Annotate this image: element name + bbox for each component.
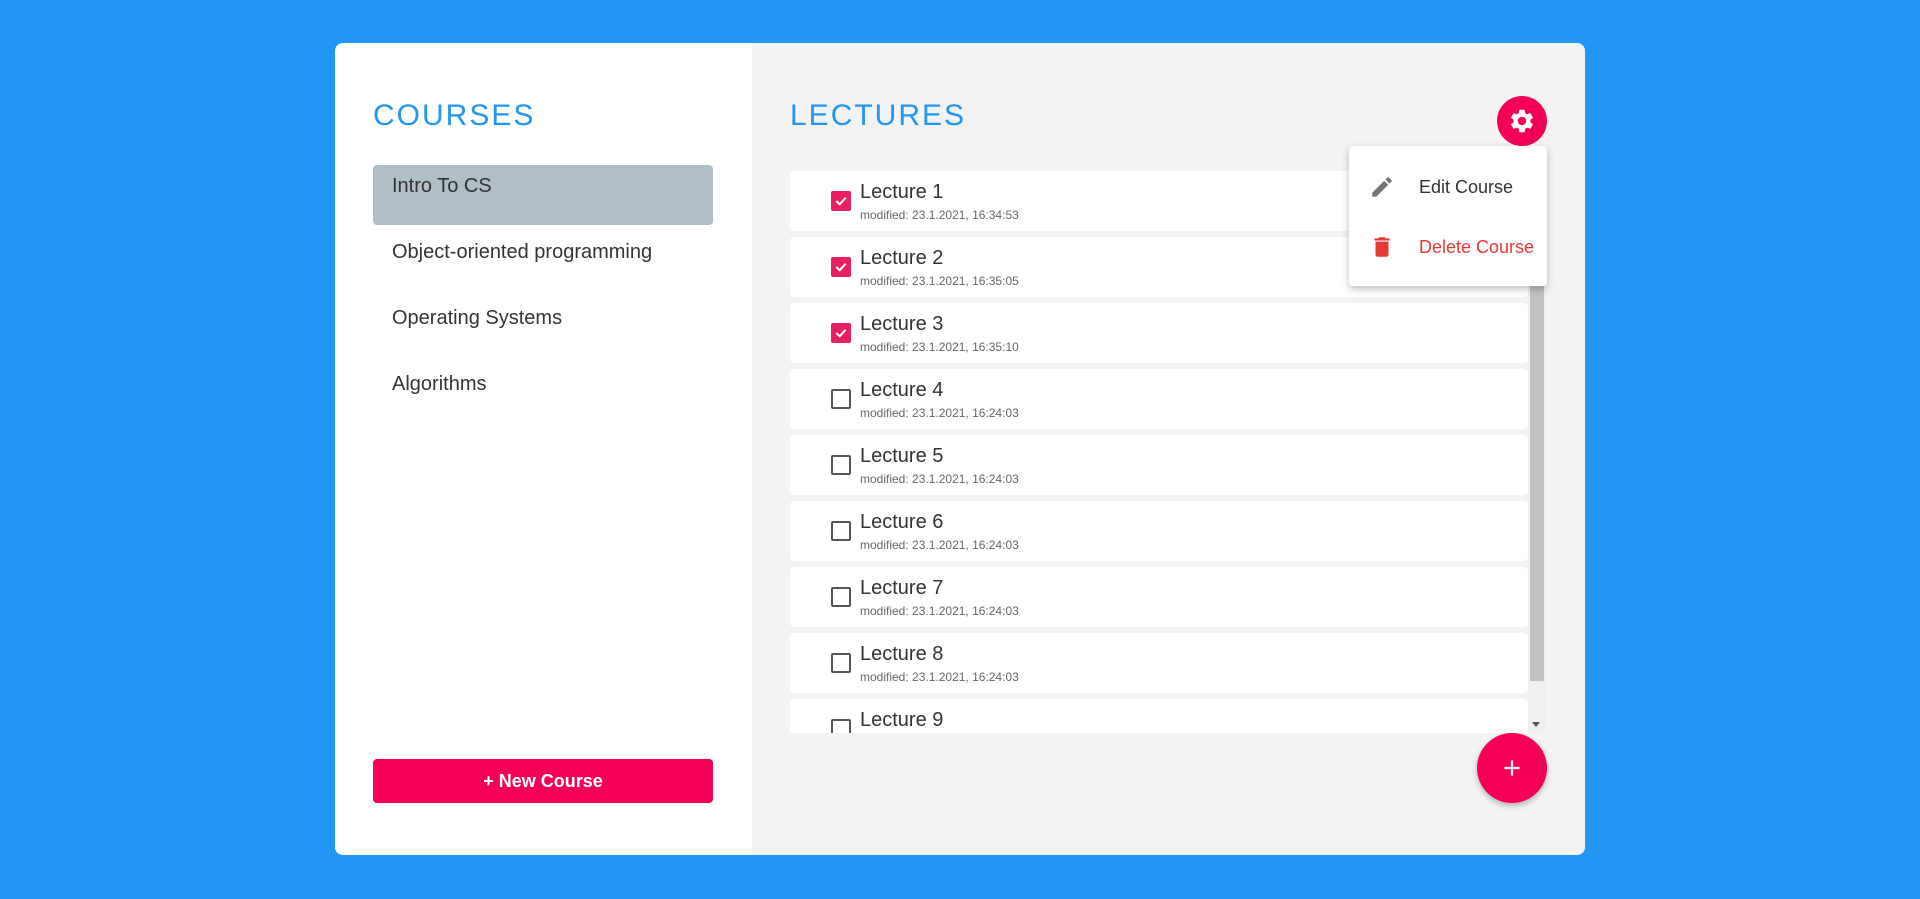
lecture-title: Lecture 4 bbox=[860, 379, 944, 401]
lecture-checkbox[interactable] bbox=[831, 587, 851, 607]
delete-course-label: Delete Course bbox=[1419, 237, 1535, 257]
lecture-item[interactable]: Lecture 4 modified: 23.1.2021, 16:24:03 bbox=[790, 369, 1528, 429]
course-settings-menu: Edit Course Delete Course bbox=[1349, 146, 1547, 286]
lecture-item[interactable]: Lecture 3 modified: 23.1.2021, 16:35:10 bbox=[790, 303, 1528, 363]
pencil-icon bbox=[1372, 177, 1392, 197]
checkmark-icon bbox=[835, 196, 847, 206]
delete-course-menu-item[interactable]: Delete Course bbox=[1349, 218, 1547, 274]
course-settings-button[interactable] bbox=[1497, 96, 1547, 146]
lecture-title: Lecture 6 bbox=[860, 511, 944, 533]
lecture-modified-timestamp: modified: 23.1.2021, 16:24:03 bbox=[860, 406, 1019, 420]
lecture-modified-timestamp: modified: 23.1.2021, 16:35:05 bbox=[860, 274, 1019, 288]
checkmark-icon bbox=[835, 262, 847, 272]
gear-icon bbox=[1511, 109, 1533, 133]
lecture-title: Lecture 7 bbox=[860, 577, 944, 599]
lecture-modified-timestamp: modified: 23.1.2021, 16:24:03 bbox=[860, 604, 1019, 618]
lecture-item[interactable]: Lecture 5 modified: 23.1.2021, 16:24:03 bbox=[790, 435, 1528, 495]
lecture-checkbox-checked[interactable] bbox=[831, 323, 851, 343]
lecture-title: Lecture 8 bbox=[860, 643, 944, 665]
lecture-checkbox[interactable] bbox=[831, 521, 851, 541]
edit-course-menu-item[interactable]: Edit Course bbox=[1349, 158, 1547, 214]
lecture-item[interactable]: Lecture 6 modified: 23.1.2021, 16:24:03 bbox=[790, 501, 1528, 561]
lecture-title: Lecture 2 bbox=[860, 247, 944, 269]
course-item-object-oriented-programming[interactable]: Object-oriented programming bbox=[373, 231, 713, 291]
lecture-modified-timestamp: modified: 23.1.2021, 16:24:03 bbox=[860, 538, 1019, 552]
add-lecture-button[interactable] bbox=[1477, 733, 1547, 803]
lecture-item[interactable]: Lecture 8 modified: 23.1.2021, 16:24:03 bbox=[790, 633, 1528, 693]
lecture-title: Lecture 9 bbox=[860, 709, 944, 731]
course-item-operating-systems[interactable]: Operating Systems bbox=[373, 297, 713, 357]
lecture-modified-timestamp: modified: 23.1.2021, 16:24:03 bbox=[860, 670, 1019, 684]
lecture-checkbox[interactable] bbox=[831, 455, 851, 475]
lecture-title: Lecture 3 bbox=[860, 313, 944, 335]
lecture-item[interactable]: Lecture 7 modified: 23.1.2021, 16:24:03 bbox=[790, 567, 1528, 627]
new-course-button[interactable]: + New Course bbox=[373, 759, 713, 803]
lecture-item[interactable]: Lecture 9 bbox=[790, 699, 1528, 733]
lecture-checkbox[interactable] bbox=[831, 389, 851, 409]
lecture-checkbox-checked[interactable] bbox=[831, 191, 851, 211]
course-item-intro-to-cs[interactable]: Intro To CS bbox=[373, 165, 713, 225]
plus-icon bbox=[1504, 760, 1520, 776]
courses-title: COURSES bbox=[373, 99, 536, 132]
lectures-title: LECTURES bbox=[790, 99, 967, 132]
scroll-down-arrow-icon[interactable] bbox=[1532, 722, 1540, 727]
course-item-algorithms[interactable]: Algorithms bbox=[373, 363, 713, 423]
lecture-checkbox[interactable] bbox=[831, 719, 851, 733]
checkmark-icon bbox=[835, 328, 847, 338]
lecture-title: Lecture 5 bbox=[860, 445, 944, 467]
trash-icon bbox=[1374, 237, 1390, 257]
lecture-checkbox-checked[interactable] bbox=[831, 257, 851, 277]
edit-course-label: Edit Course bbox=[1419, 177, 1514, 197]
lecture-modified-timestamp: modified: 23.1.2021, 16:34:53 bbox=[860, 208, 1019, 222]
courses-panel: COURSES Intro To CS Object-oriented prog… bbox=[335, 43, 752, 855]
lecture-modified-timestamp: modified: 23.1.2021, 16:35:10 bbox=[860, 340, 1019, 354]
lecture-modified-timestamp: modified: 23.1.2021, 16:24:03 bbox=[860, 472, 1019, 486]
lecture-checkbox[interactable] bbox=[831, 653, 851, 673]
course-list: Intro To CS Object-oriented programming … bbox=[373, 165, 713, 429]
lecture-title: Lecture 1 bbox=[860, 181, 944, 203]
